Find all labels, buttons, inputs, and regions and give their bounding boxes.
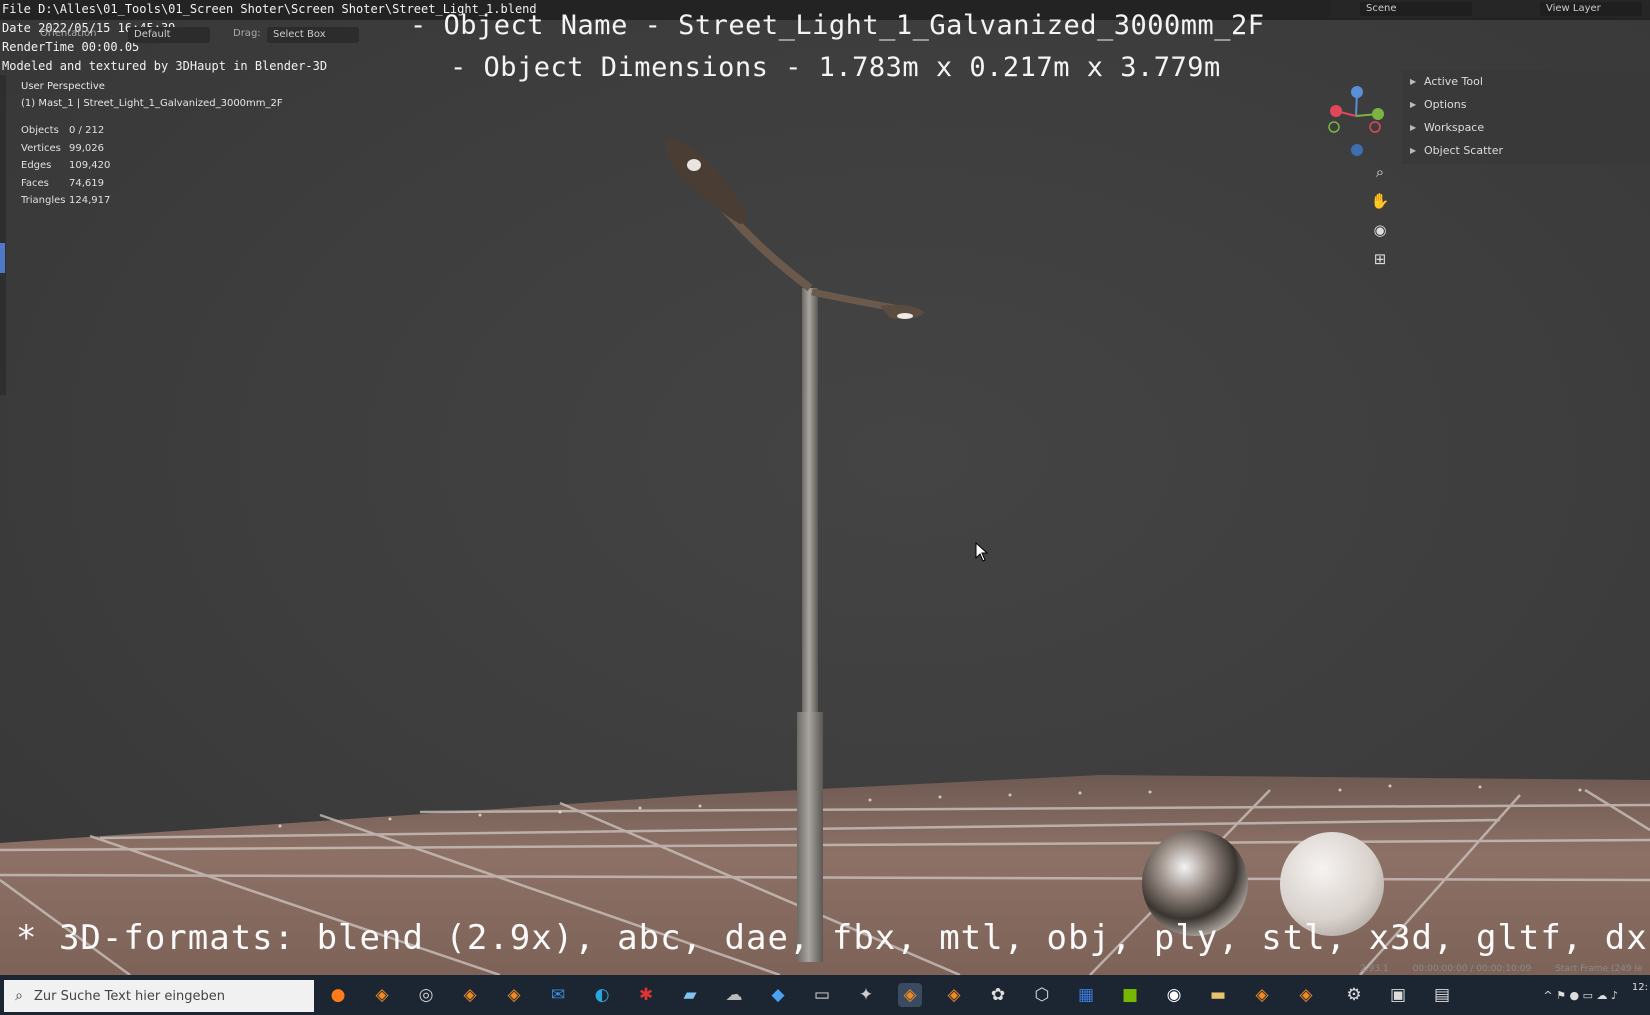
timecode-text: 00:00:00:00 / 00:00:10:09 xyxy=(1412,964,1532,974)
app-icon[interactable]: ▤ xyxy=(1430,983,1454,1007)
blender-icon[interactable]: ◈ xyxy=(458,983,482,1007)
panel-item-label: Options xyxy=(1424,98,1467,111)
stat-value: 124,917 xyxy=(69,195,111,206)
cube-icon[interactable]: ⬡ xyxy=(1030,983,1054,1007)
terminal-icon[interactable]: ▭ xyxy=(810,983,834,1007)
nvidia-icon[interactable]: ■ xyxy=(1118,983,1142,1007)
app-icon[interactable]: ▣ xyxy=(1386,983,1410,1007)
grid-icon[interactable]: ⊞ xyxy=(1366,245,1394,273)
firefox-icon[interactable]: ● xyxy=(326,983,350,1007)
blender-icon[interactable]: ◈ xyxy=(370,983,394,1007)
mouse-cursor-icon xyxy=(975,542,989,562)
orientation-select[interactable]: Default xyxy=(128,27,210,43)
stat-value: 109,420 xyxy=(69,160,111,171)
stat-row: Edges 109,420 xyxy=(21,160,110,178)
stat-value: 74,619 xyxy=(69,177,104,189)
search-icon: ⌕ xyxy=(15,988,23,1004)
gear-icon[interactable]: ⚙ xyxy=(1342,983,1366,1007)
panel-item-label: Workspace xyxy=(1424,121,1485,134)
app-icon[interactable]: ☁ xyxy=(722,983,746,1007)
search-placeholder: Zur Suche Text hier eingeben xyxy=(34,988,225,1004)
axis-y-icon xyxy=(1372,108,1384,120)
panel-item-active-tool[interactable]: ▶ Active Tool xyxy=(1402,70,1650,93)
panel-item-object-scatter[interactable]: ▶ Object Scatter xyxy=(1402,139,1650,162)
obs-icon[interactable]: ◎ xyxy=(414,983,438,1007)
app-icon[interactable]: ✦ xyxy=(854,983,878,1007)
active-tool-indicator xyxy=(0,243,5,273)
drag-select[interactable]: Select Box xyxy=(267,27,359,43)
credit-text: Modeled and textured by 3DHaupt in Blend… xyxy=(2,59,328,73)
blender-icon[interactable]: ◈ xyxy=(942,983,966,1007)
view-layer-field[interactable]: View Layer xyxy=(1540,2,1642,16)
status-bar: 2.93.1 00:00:00:00 / 00:00:10:09 Start Fra… xyxy=(1360,964,1650,974)
blender-icon[interactable]: ◈ xyxy=(1294,983,1318,1007)
expand-arrow-icon: ▶ xyxy=(1410,100,1417,109)
stat-row: Triangles 124,917 xyxy=(21,195,110,213)
edge-icon[interactable]: ◐ xyxy=(590,983,614,1007)
windows-taskbar: ⌕ Zur Suche Text hier eingeben ● ◈ ◎ ◈ ◈… xyxy=(0,975,1650,1015)
mail-icon[interactable]: ✉ xyxy=(546,983,570,1007)
panel-item-label: Object Scatter xyxy=(1424,144,1504,157)
orientation-label: Orientation xyxy=(40,28,97,39)
scene-header: Scene View Layer xyxy=(1330,0,1650,18)
calendar-icon[interactable]: ▦ xyxy=(1074,983,1098,1007)
object-dimensions-title: - Object Dimensions - 1.783m x 0.217m x … xyxy=(450,52,1221,83)
system-tray[interactable]: ^ ⚑ ● ▭ ☁ ♪ xyxy=(1543,989,1618,1002)
axis-gizmo[interactable] xyxy=(1320,80,1390,160)
panel-item-label: Active Tool xyxy=(1424,75,1483,88)
expand-arrow-icon: ▶ xyxy=(1410,146,1417,155)
blender-icon[interactable]: ◈ xyxy=(502,983,526,1007)
notes-icon[interactable]: ▰ xyxy=(678,983,702,1007)
hand-icon[interactable]: ✋ xyxy=(1366,187,1394,215)
toolbar-strip[interactable] xyxy=(0,75,6,395)
formats-text: * 3D-formats: blend (2.9x), abc, dae, fb… xyxy=(16,918,1650,958)
blender-icon[interactable]: ◈ xyxy=(1250,983,1274,1007)
axis-z-icon xyxy=(1351,86,1363,98)
stat-row: Faces 74,619 xyxy=(21,178,110,196)
panel-item-options[interactable]: ▶ Options xyxy=(1402,93,1650,116)
active-object-label: (1) Mast_1 | Street_Light_1_Galvanized_3… xyxy=(21,98,283,109)
axis-x-icon xyxy=(1330,105,1342,117)
clock-text: 12: xyxy=(1631,982,1648,993)
stat-value: 0 / 212 xyxy=(69,125,105,136)
drag-label: Drag: xyxy=(233,28,261,39)
stat-row: Vertices 99,026 xyxy=(21,143,110,161)
stat-key: Faces xyxy=(21,177,49,189)
camera-icon[interactable]: ◉ xyxy=(1366,216,1394,244)
perspective-label: User Perspective xyxy=(21,81,105,92)
stat-key: Triangles xyxy=(21,195,66,206)
stat-row: Objects 0 / 212 xyxy=(21,125,110,143)
stat-key: Vertices xyxy=(21,142,61,154)
expand-arrow-icon: ▶ xyxy=(1410,123,1417,132)
chat-icon[interactable]: ◆ xyxy=(766,983,790,1007)
stat-key: Edges xyxy=(21,160,52,171)
start-frame-text: Start Frame (249 le xyxy=(1555,964,1643,974)
object-name-title: - Object Name - Street_Light_1_Galvanize… xyxy=(410,10,1265,41)
expand-arrow-icon: ▶ xyxy=(1410,77,1417,86)
stat-key: Objects xyxy=(21,125,59,136)
taskbar-search[interactable]: ⌕ Zur Suche Text hier eingeben xyxy=(4,980,314,1012)
panel-item-workspace[interactable]: ▶ Workspace xyxy=(1402,116,1650,139)
version-text: 2.93.1 xyxy=(1360,964,1389,974)
zoom-icon[interactable]: ⌕ xyxy=(1366,158,1394,186)
scene-field[interactable]: Scene xyxy=(1360,2,1472,16)
blender-icon[interactable]: ◈ xyxy=(898,983,922,1007)
app-icon[interactable]: ✱ xyxy=(634,983,658,1007)
3d-viewport[interactable]: File D:\Alles\01_Tools\01_Screen Shoter\… xyxy=(0,0,1650,1015)
folder-icon[interactable]: ▬ xyxy=(1206,983,1230,1007)
stat-value: 99,026 xyxy=(69,142,104,154)
viewport-header: Orientation Default Drag: Select Box xyxy=(0,22,360,46)
app-icon[interactable]: ◉ xyxy=(1162,983,1186,1007)
panda-icon[interactable]: ✿ xyxy=(986,983,1010,1007)
sidebar-panel: ▶ Active Tool ▶ Options ▶ Workspace ▶ Object… xyxy=(1402,70,1650,164)
scene-stats: Objects 0 / 212 Vertices 99,026 Edges 109,4… xyxy=(21,125,110,213)
